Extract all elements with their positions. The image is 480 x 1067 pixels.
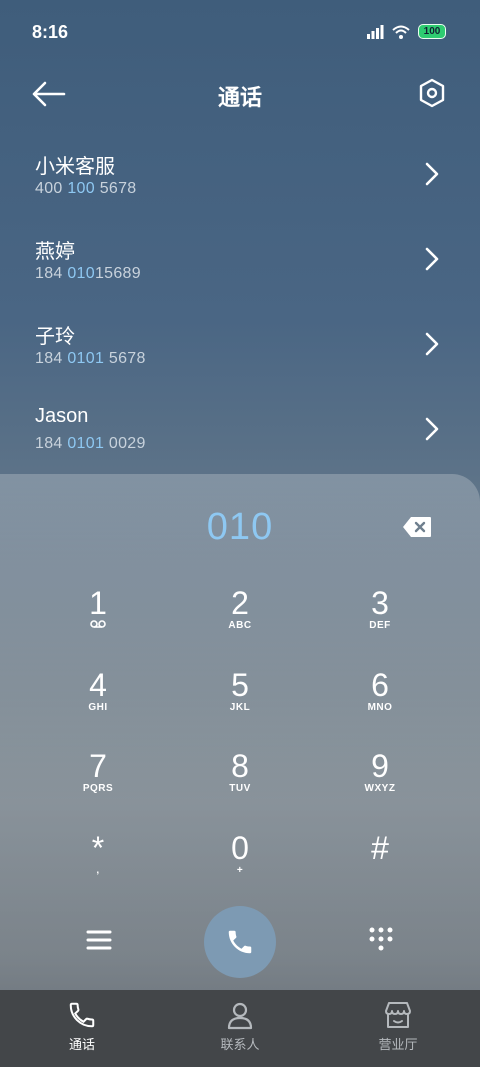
matched-digits: 0101 bbox=[67, 350, 105, 367]
contact-number: 184 0101 5678 bbox=[35, 350, 146, 367]
dialer-actions bbox=[0, 906, 480, 986]
key-digit: * bbox=[91, 830, 105, 866]
bottom-nav: 通话 联系人 营业厅 bbox=[0, 990, 480, 1067]
matched-digits: 0101 bbox=[67, 435, 105, 452]
phone-icon bbox=[69, 1002, 95, 1028]
key-letters: PQRS bbox=[82, 783, 114, 794]
contact-number: 400 100 5678 bbox=[35, 180, 137, 197]
key-5[interactable]: 5 JKL bbox=[185, 668, 295, 738]
key-digit: 5 bbox=[231, 667, 249, 703]
nav-tab-store[interactable]: 营业厅 bbox=[338, 1000, 458, 1053]
key-1[interactable]: 1 bbox=[43, 586, 153, 656]
key-digit: 2 bbox=[231, 585, 249, 621]
phone-icon bbox=[228, 930, 252, 954]
nav-label: 营业厅 bbox=[378, 1037, 418, 1052]
key-letters: + bbox=[236, 865, 244, 876]
matched-digits: 010 bbox=[67, 265, 95, 282]
key-0[interactable]: 0 + bbox=[185, 831, 295, 901]
contact-name: 燕婷 bbox=[35, 241, 75, 263]
key-digit: 0 bbox=[231, 830, 249, 866]
chevron-right-icon bbox=[425, 417, 439, 441]
key-digit: 8 bbox=[231, 748, 249, 784]
key-digit: 6 bbox=[371, 667, 389, 703]
nav-tab-contacts[interactable]: 联系人 bbox=[180, 1000, 300, 1053]
status-time: 8:16 bbox=[32, 22, 69, 42]
key-9[interactable]: 9 WXYZ bbox=[325, 749, 435, 819]
signal-icon bbox=[367, 24, 384, 39]
voicemail-icon bbox=[90, 620, 106, 628]
call-button[interactable] bbox=[204, 906, 276, 978]
key-letters: ABC bbox=[228, 620, 252, 631]
app-bar: 通话 bbox=[0, 66, 480, 122]
contact-name: 小米客服 bbox=[35, 156, 115, 178]
menu-icon[interactable] bbox=[86, 928, 112, 952]
chevron-right-icon bbox=[425, 162, 439, 186]
list-item[interactable]: Jason 184 0101 0029 bbox=[0, 385, 480, 470]
store-icon bbox=[385, 1002, 411, 1028]
person-icon bbox=[227, 1002, 253, 1030]
nav-label: 联系人 bbox=[220, 1037, 260, 1052]
key-digit: 9 bbox=[371, 748, 389, 784]
key-6[interactable]: 6 MNO bbox=[325, 668, 435, 738]
nav-label: 通话 bbox=[68, 1037, 95, 1052]
key-letters: GHI bbox=[88, 702, 108, 713]
key-letters: , bbox=[96, 865, 100, 876]
chevron-right-icon bbox=[425, 247, 439, 271]
key-2[interactable]: 2 ABC bbox=[185, 586, 295, 656]
status-bar: 8:16 100 bbox=[0, 0, 480, 66]
key-digit: 1 bbox=[89, 585, 107, 621]
backspace-icon[interactable] bbox=[402, 516, 432, 538]
contact-number: 184 0101 0029 bbox=[35, 435, 146, 452]
list-item[interactable]: 燕婷 184 01015689 bbox=[0, 215, 480, 300]
list-item[interactable]: 小米客服 400 100 5678 bbox=[0, 130, 480, 215]
chevron-right-icon bbox=[425, 332, 439, 356]
key-digit: 4 bbox=[89, 667, 107, 703]
key-letters: JKL bbox=[229, 702, 251, 713]
key-letters: TUV bbox=[229, 783, 251, 794]
status-icons: 100 bbox=[366, 24, 446, 39]
page-title: 通话 bbox=[217, 85, 262, 110]
dialer-panel: 010 1 2 ABC 3 DEF 4 GHI 5 JKL 6 MNO 7 PQ… bbox=[0, 474, 480, 990]
settings-icon[interactable] bbox=[418, 78, 446, 108]
key-4[interactable]: 4 GHI bbox=[43, 668, 153, 738]
key-digit: 7 bbox=[89, 748, 107, 784]
contact-list: 小米客服 400 100 5678 燕婷 184 01015689 子玲 184… bbox=[0, 130, 480, 470]
key-digit: 3 bbox=[371, 585, 389, 621]
contact-name: 子玲 bbox=[35, 326, 75, 348]
key-letters: DEF bbox=[369, 620, 391, 631]
key-hash[interactable]: # bbox=[325, 831, 435, 901]
contact-name: Jason bbox=[35, 405, 89, 427]
key-letters: WXYZ bbox=[364, 783, 396, 794]
matched-digits: 100 bbox=[67, 180, 95, 197]
key-digit: # bbox=[371, 830, 389, 866]
key-star[interactable]: * , bbox=[43, 831, 153, 901]
list-item[interactable]: 子玲 184 0101 5678 bbox=[0, 300, 480, 385]
key-letters: MNO bbox=[367, 702, 393, 713]
wifi-icon bbox=[392, 25, 410, 39]
battery-indicator: 100 bbox=[418, 24, 446, 39]
key-3[interactable]: 3 DEF bbox=[325, 586, 435, 656]
keypad-icon[interactable] bbox=[368, 926, 394, 952]
key-8[interactable]: 8 TUV bbox=[185, 749, 295, 819]
contact-number: 184 01015689 bbox=[35, 265, 141, 282]
nav-tab-calls[interactable]: 通话 bbox=[22, 1000, 142, 1053]
key-7[interactable]: 7 PQRS bbox=[43, 749, 153, 819]
